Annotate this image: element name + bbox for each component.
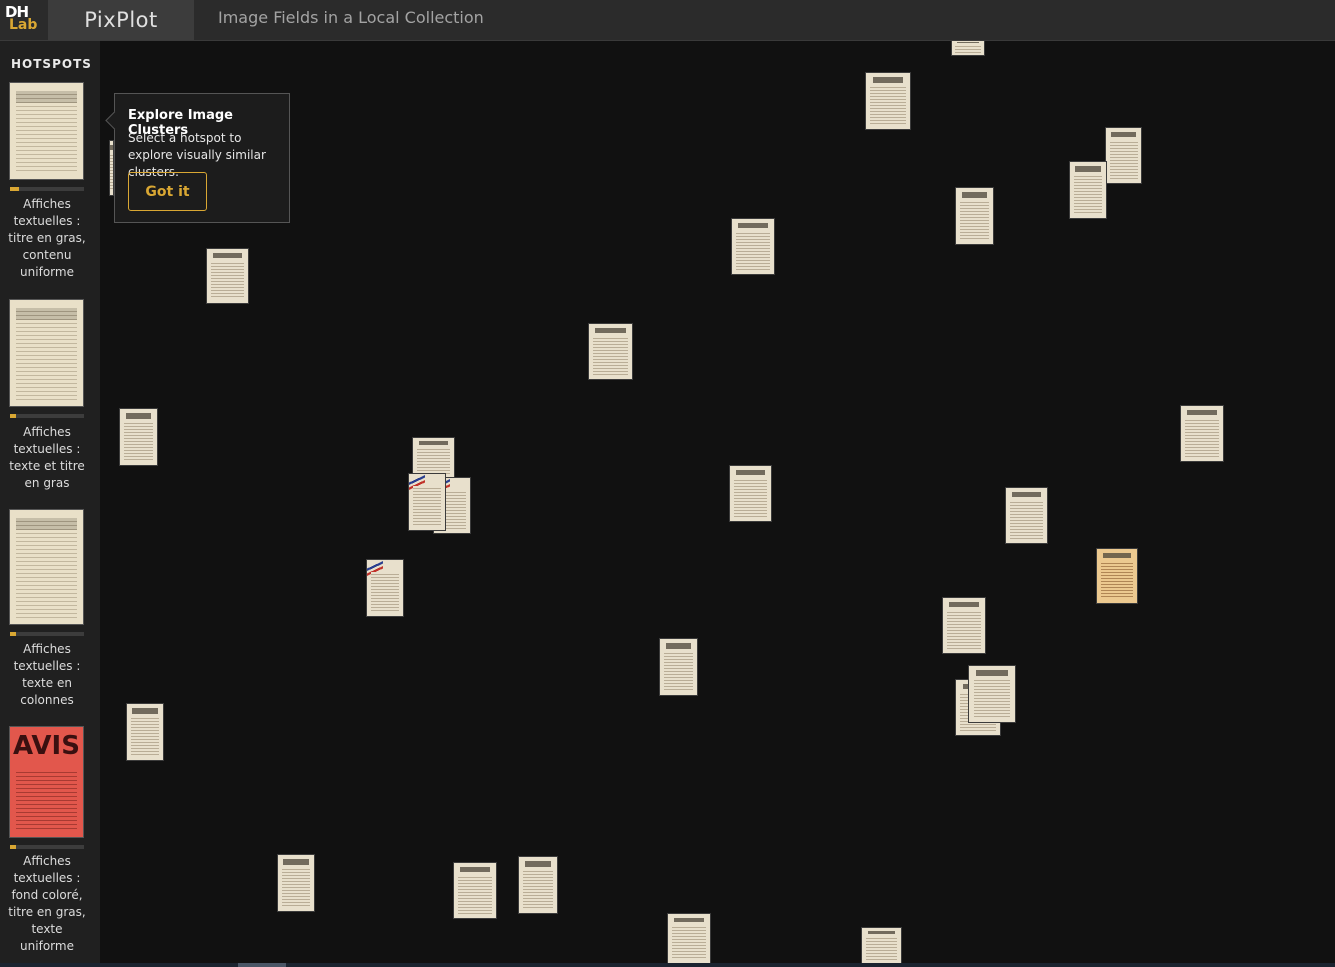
poster-image[interactable] bbox=[956, 188, 993, 244]
poster-image[interactable] bbox=[1006, 488, 1047, 543]
top-bar: DH Lab PixPlot Image Fields in a Local C… bbox=[0, 0, 1335, 41]
app-title[interactable]: PixPlot bbox=[48, 0, 194, 40]
hotspot-label[interactable]: Affiches textuelles : fond coloré, titre… bbox=[6, 853, 88, 955]
collection-title: Image Fields in a Local Collection bbox=[218, 8, 484, 27]
poster-image[interactable] bbox=[120, 409, 157, 465]
poster-image[interactable] bbox=[367, 560, 403, 616]
poster-image[interactable] bbox=[668, 914, 710, 963]
horizontal-scrollbar[interactable] bbox=[0, 963, 1335, 967]
hotspot-label[interactable]: Affiches textuelles : texte et titre en … bbox=[6, 424, 88, 492]
hotspots-sidebar: HOTSPOTS Affiches textuelles : titre en … bbox=[0, 41, 100, 967]
poster-image[interactable] bbox=[413, 438, 454, 478]
poster-image[interactable] bbox=[207, 249, 248, 303]
poster-image[interactable] bbox=[952, 41, 984, 55]
hotspot-progress-bar bbox=[10, 187, 84, 191]
poster-image[interactable] bbox=[278, 855, 314, 911]
poster-image[interactable] bbox=[519, 857, 557, 913]
got-it-button[interactable]: Got it bbox=[128, 172, 207, 211]
logo-text-lab: Lab bbox=[9, 17, 38, 33]
poster-image[interactable] bbox=[732, 219, 774, 274]
poster-image[interactable] bbox=[589, 324, 632, 379]
hotspot-thumbnail[interactable]: AVIS bbox=[10, 727, 83, 837]
poster-image[interactable] bbox=[1070, 162, 1106, 218]
poster-image[interactable] bbox=[1181, 406, 1223, 461]
poster-image[interactable] bbox=[409, 474, 445, 530]
poster-image[interactable] bbox=[862, 928, 901, 964]
hotspots-heading: HOTSPOTS bbox=[11, 57, 92, 71]
thumbnail-heading-text: AVIS bbox=[13, 731, 80, 761]
poster-image[interactable] bbox=[943, 598, 985, 653]
poster-image[interactable] bbox=[127, 704, 163, 760]
hotspot-thumbnail[interactable] bbox=[10, 510, 83, 624]
poster-image[interactable] bbox=[660, 639, 697, 695]
poster-image[interactable] bbox=[1106, 128, 1141, 183]
hotspot-progress-bar bbox=[10, 414, 84, 418]
dhlab-logo[interactable]: DH Lab bbox=[0, 0, 48, 40]
poster-image[interactable] bbox=[969, 666, 1015, 722]
hotspot-thumbnail[interactable] bbox=[10, 83, 83, 179]
onboarding-tooltip: Explore Image Clusters Select a hotspot … bbox=[105, 93, 290, 223]
poster-image[interactable] bbox=[454, 863, 496, 918]
hotspot-progress-bar bbox=[10, 845, 84, 849]
poster-image[interactable] bbox=[730, 466, 771, 521]
hotspot-thumbnail[interactable] bbox=[10, 300, 83, 406]
hotspot-label[interactable]: Affiches textuelles : titre en gras, con… bbox=[6, 196, 88, 281]
poster-image[interactable] bbox=[1097, 549, 1137, 603]
scrollbar-thumb[interactable] bbox=[238, 963, 286, 967]
hotspot-label[interactable]: Affiches textuelles : texte en colonnes bbox=[6, 641, 88, 709]
poster-image[interactable] bbox=[866, 73, 910, 129]
hotspot-progress-bar bbox=[10, 632, 84, 636]
poster-image[interactable] bbox=[110, 141, 113, 195]
